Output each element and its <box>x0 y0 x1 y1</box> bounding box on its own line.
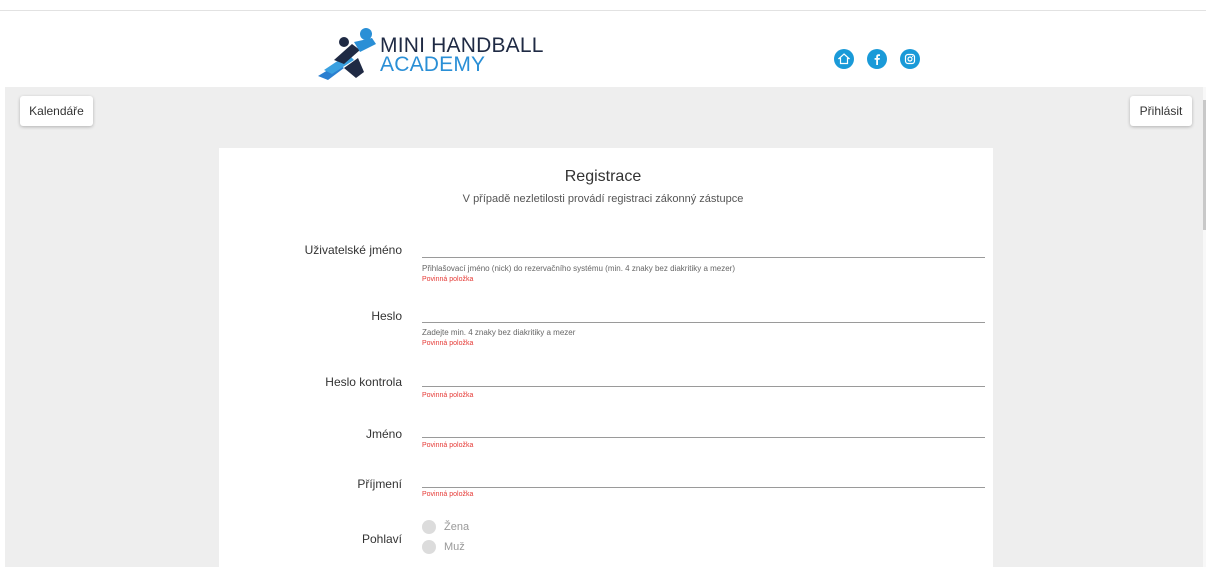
radio-female[interactable] <box>422 520 436 534</box>
social-links <box>834 49 920 69</box>
form-subtitle: V případě nezletilosti provádí registrac… <box>462 193 744 205</box>
username-input[interactable] <box>422 257 985 258</box>
login-button[interactable]: Přihlásit <box>1130 96 1192 126</box>
home-icon[interactable] <box>834 49 854 69</box>
facebook-icon[interactable] <box>867 49 887 69</box>
username-hint: Přihlašovací jméno (nick) do rezervačníh… <box>422 264 735 273</box>
password-check-required: Povinná položka <box>422 392 474 399</box>
gender-label: Pohlaví <box>361 532 402 546</box>
username-label: Uživatelské jméno <box>304 243 402 257</box>
instagram-icon[interactable] <box>900 49 920 69</box>
registration-card <box>219 148 993 567</box>
radio-male[interactable] <box>422 540 436 554</box>
username-required: Povinná položka <box>422 276 474 283</box>
last-name-input[interactable] <box>422 487 985 488</box>
first-name-label: Jméno <box>365 427 402 441</box>
password-check-label: Heslo kontrola <box>325 375 402 389</box>
last-name-required: Povinná položka <box>422 491 474 498</box>
first-name-required: Povinná položka <box>422 442 474 449</box>
calendars-button[interactable]: Kalendáře <box>20 96 93 126</box>
password-label: Heslo <box>371 309 402 323</box>
password-input[interactable] <box>422 322 985 323</box>
first-name-input[interactable] <box>422 437 985 438</box>
gender-male-label: Muž <box>444 541 465 553</box>
academy-logo[interactable]: MINI HANDBALL ACADEMY <box>314 24 554 86</box>
site-header: MINI HANDBALL ACADEMY <box>0 11 1206 87</box>
logo-line-2: ACADEMY <box>380 53 486 76</box>
form-title: Registrace <box>564 168 642 185</box>
password-required: Povinná položka <box>422 340 474 347</box>
gender-female-label: Žena <box>444 521 470 533</box>
password-check-input[interactable] <box>422 386 985 387</box>
gender-option-male[interactable]: Muž <box>422 540 465 554</box>
handball-player-icon <box>318 28 376 80</box>
gender-option-female[interactable]: Žena <box>422 520 469 534</box>
last-name-label: Příjmení <box>357 477 402 491</box>
password-hint: Zadejte min. 4 znaky bez diakritiky a me… <box>422 328 576 337</box>
